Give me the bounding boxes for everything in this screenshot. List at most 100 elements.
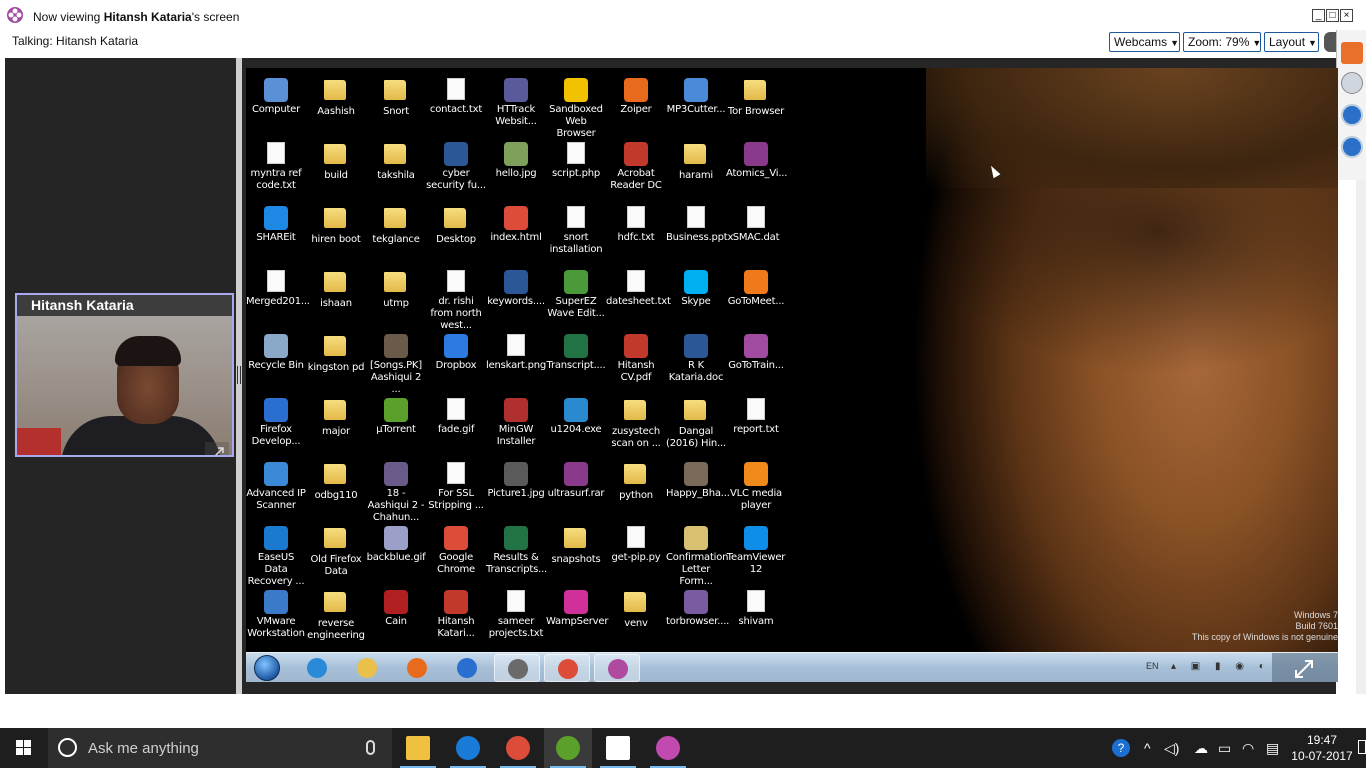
desktop-icon[interactable]: cyber security fu...: [426, 136, 486, 200]
desktop-icon[interactable]: Merged201...: [246, 264, 310, 328]
help-icon[interactable]: ?: [1112, 739, 1130, 757]
desktop-icon[interactable]: Zoiper: [606, 72, 666, 136]
desktop-icon[interactable]: Picture1.jpg: [486, 456, 546, 520]
desktop-icon[interactable]: Dropbox: [426, 328, 486, 392]
webcam-tile[interactable]: Hitansh Kataria: [15, 293, 234, 457]
desktop-icon[interactable]: Results & Transcripts...: [486, 520, 547, 584]
microphone-icon[interactable]: [1341, 72, 1363, 94]
minimize-button[interactable]: _: [1312, 9, 1325, 22]
desktop-icon[interactable]: SuperEZ Wave Edit...: [546, 264, 606, 328]
desktop-icon[interactable]: GoToTrain...: [726, 328, 786, 392]
desktop-icon[interactable]: odbg110: [306, 456, 366, 520]
desktop-icon[interactable]: zusystech scan on ...: [606, 392, 666, 456]
desktop-icon[interactable]: hdfc.txt: [606, 200, 666, 264]
taskbar-file-explorer-button[interactable]: [394, 728, 442, 768]
desktop-icon[interactable]: SMAC.dat: [726, 200, 786, 264]
shrink-icon[interactable]: [1272, 653, 1338, 682]
remote-taskbar-firefox-dev-button[interactable]: [444, 654, 490, 682]
desktop-icon[interactable]: dr. rishi from north west...: [426, 264, 486, 331]
desktop-icon[interactable]: shivam: [726, 584, 786, 648]
desktop-icon[interactable]: Firefox Develop...: [246, 392, 306, 456]
chevron-up-icon[interactable]: ^: [1144, 740, 1151, 756]
action-center-icon[interactable]: [1358, 740, 1366, 754]
cortana-search-box[interactable]: Ask me anything: [48, 728, 392, 768]
keyboard-icon[interactable]: ▤: [1266, 740, 1279, 757]
desktop-icon[interactable]: tekglance: [366, 200, 426, 264]
volume-icon[interactable]: ◁): [1164, 740, 1179, 757]
remote-desktop[interactable]: Computer Aashish Snort contact.txt HTTrack W…: [246, 68, 1338, 682]
desktop-icon[interactable]: get-pip.py: [606, 520, 666, 584]
desktop-icon[interactable]: VLC media player: [726, 456, 786, 520]
desktop-icon[interactable]: kingston pd: [306, 328, 366, 392]
taskbar-u1204-button[interactable]: [544, 728, 592, 768]
desktop-icon[interactable]: index.html: [486, 200, 546, 264]
desktop-icon[interactable]: µTorrent: [366, 392, 426, 456]
desktop-icon[interactable]: Aashish: [306, 72, 366, 136]
cloud-icon[interactable]: ☁: [1194, 740, 1208, 757]
remote-start-button[interactable]: [254, 655, 280, 681]
desktop-icon[interactable]: Sandboxed Web Browser: [546, 72, 606, 139]
microphone-icon[interactable]: [366, 740, 375, 755]
desktop-icon[interactable]: backblue.gif: [366, 520, 426, 584]
desktop-icon[interactable]: MinGW Installer: [486, 392, 546, 456]
layout-dropdown[interactable]: Layout ▼: [1264, 32, 1319, 52]
desktop-icon[interactable]: keywords....: [486, 264, 546, 328]
desktop-icon[interactable]: Confirmation Letter Form...: [666, 520, 729, 587]
desktop-icon[interactable]: hiren boot: [306, 200, 366, 264]
desktop-icon[interactable]: snort installation: [546, 200, 606, 264]
taskbar-settings-button[interactable]: [594, 728, 642, 768]
close-button[interactable]: ×: [1340, 9, 1353, 22]
desktop-icon[interactable]: Desktop: [426, 200, 486, 264]
desktop-icon[interactable]: report.txt: [726, 392, 786, 456]
desktop-icon[interactable]: utmp: [366, 264, 426, 328]
desktop-icon[interactable]: Skype: [666, 264, 726, 328]
desktop-icon[interactable]: ishaan: [306, 264, 366, 328]
desktop-icon[interactable]: hello.jpg: [486, 136, 546, 200]
desktop-icon[interactable]: Cain: [366, 584, 426, 648]
desktop-icon[interactable]: reverse engineering: [306, 584, 366, 648]
desktop-icon[interactable]: lenskart.png: [486, 328, 546, 392]
desktop-icon[interactable]: contact.txt: [426, 72, 486, 136]
desktop-icon[interactable]: sameer projects.txt: [486, 584, 546, 648]
desktop-icon[interactable]: datesheet.txt: [606, 264, 671, 328]
wifi-icon[interactable]: ◠: [1242, 740, 1254, 757]
desktop-icon[interactable]: takshila: [366, 136, 426, 200]
desktop-icon[interactable]: EaseUS Data Recovery ...: [246, 520, 306, 587]
remote-taskbar-gotomeeting-button[interactable]: [594, 654, 640, 682]
desktop-icon[interactable]: HTTrack Websit...: [486, 72, 546, 136]
zoom-dropdown[interactable]: Zoom: 79% ▼: [1183, 32, 1261, 52]
desktop-icon[interactable]: Snort: [366, 72, 426, 136]
taskbar-edge-button[interactable]: [444, 728, 492, 768]
remote-taskbar-chrome-button[interactable]: [544, 654, 590, 682]
desktop-icon[interactable]: build: [306, 136, 366, 200]
desktop-icon[interactable]: fade.gif: [426, 392, 486, 456]
desktop-icon[interactable]: Hitansh CV.pdf: [606, 328, 666, 392]
desktop-icon[interactable]: VMware Workstation: [246, 584, 306, 648]
desktop-icon[interactable]: Acrobat Reader DC: [606, 136, 666, 200]
remote-taskbar-sublime-button[interactable]: [494, 654, 540, 682]
desktop-icon[interactable]: harami: [666, 136, 726, 200]
desktop-icon[interactable]: Computer: [246, 72, 306, 136]
desktop-icon[interactable]: Tor Browser: [726, 72, 786, 136]
desktop-icon[interactable]: snapshots: [546, 520, 606, 584]
raise-hand-icon[interactable]: [1341, 136, 1363, 158]
webcams-dropdown[interactable]: Webcams ▼: [1109, 32, 1180, 52]
remote-taskbar-explorer-button[interactable]: [344, 654, 390, 682]
desktop-icon[interactable]: Happy_Bha...: [666, 456, 730, 520]
expand-video-icon[interactable]: [205, 442, 229, 457]
expand-panel-icon[interactable]: [1341, 42, 1363, 64]
desktop-icon[interactable]: myntra ref code.txt: [246, 136, 306, 200]
desktop-icon[interactable]: python: [606, 456, 666, 520]
taskbar-clock[interactable]: 19:47 10-07-2017: [1290, 732, 1354, 764]
desktop-icon[interactable]: Old Firefox Data: [306, 520, 366, 584]
desktop-icon[interactable]: For SSL Stripping ...: [426, 456, 486, 520]
maximize-button[interactable]: □: [1326, 9, 1339, 22]
battery-icon[interactable]: ▭: [1218, 740, 1231, 757]
desktop-icon[interactable]: Dangal (2016) Hin...: [666, 392, 726, 456]
desktop-icon[interactable]: 18 - Aashiqui 2 - Chahun...: [366, 456, 426, 523]
start-button[interactable]: [0, 728, 48, 768]
desktop-icon[interactable]: Advanced IP Scanner: [246, 456, 306, 520]
screen-share-icon[interactable]: [1341, 104, 1363, 126]
desktop-icon[interactable]: major: [306, 392, 366, 456]
desktop-icon[interactable]: u1204.exe: [546, 392, 606, 456]
